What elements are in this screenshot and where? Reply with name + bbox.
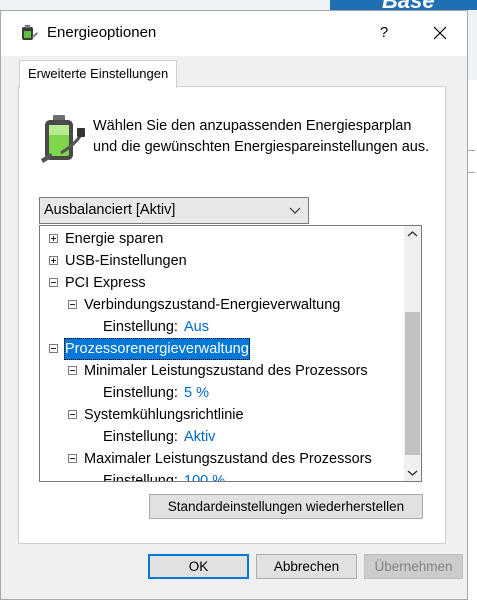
scroll-up-icon[interactable] [404,226,421,243]
chevron-down-icon [289,207,301,214]
collapse-minus-icon[interactable] [68,366,77,375]
tab-advanced-settings[interactable]: Erweiterte Einstellungen [19,60,178,88]
apply-button[interactable]: Übernehmen [364,554,463,579]
close-icon[interactable] [427,20,453,46]
power-options-icon [22,25,38,40]
power-options-dialog: Energieoptionen ? Erweiterte Einstellung… [0,10,468,600]
description-text: Wählen Sie den anzupassenden Energiespar… [93,118,430,155]
ok-button[interactable]: OK [148,554,249,579]
setting-value[interactable]: 5 % [184,382,209,404]
cancel-button[interactable]: Abbrechen [256,554,357,579]
battery-plug-icon [41,115,85,163]
dialog-title: Energieoptionen [47,24,157,41]
collapse-minus-icon[interactable] [68,300,77,309]
collapse-minus-icon[interactable] [68,410,77,419]
expand-plus-icon[interactable] [49,256,58,265]
collapse-minus-icon[interactable] [68,454,77,463]
title-bar: Energieoptionen ? [1,11,467,56]
expand-plus-icon[interactable] [49,234,58,243]
power-plan-select[interactable]: Ausbalanciert [Aktiv] [39,197,309,224]
help-button[interactable]: ? [371,20,397,46]
setting-value[interactable]: 100 % [184,470,225,481]
settings-tree[interactable]: Energie sparen USB-Einstellungen PCI Exp… [39,225,422,482]
setting-value[interactable]: Aus [184,316,209,338]
collapse-minus-icon[interactable] [49,344,58,353]
advanced-settings-panel: Wählen Sie den anzupassenden Energiespar… [18,86,446,544]
power-plan-value: Ausbalanciert [Aktiv] [44,202,176,218]
collapse-minus-icon[interactable] [49,278,58,287]
setting-value[interactable]: Aktiv [184,426,215,448]
restore-defaults-button[interactable]: Standardeinstellungen wiederherstellen [149,494,423,519]
tree-scrollbar[interactable] [404,226,421,481]
scroll-down-icon[interactable] [404,464,421,481]
scrollbar-thumb[interactable] [405,312,420,455]
